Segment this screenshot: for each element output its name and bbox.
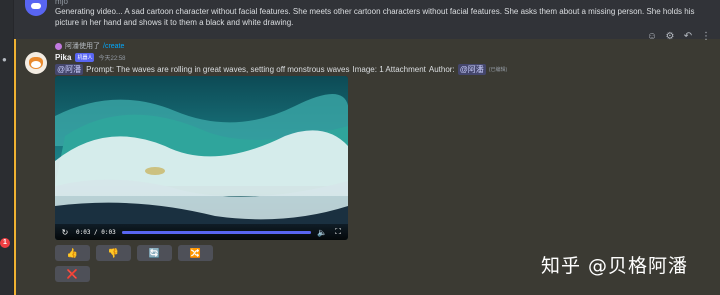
delete-button[interactable]: ❌ bbox=[55, 266, 90, 282]
author-name[interactable]: Pika bbox=[55, 53, 71, 62]
edited-label: (已编辑) bbox=[488, 67, 508, 73]
thumbs-down-button[interactable]: 👎 bbox=[96, 245, 131, 261]
action-buttons: 👍 👎 🔄 🔀 bbox=[55, 245, 213, 261]
reply-command[interactable]: /create bbox=[103, 43, 124, 50]
volume-icon[interactable]: 🔈 bbox=[317, 228, 327, 237]
reply-user: 阿潘使用了 bbox=[65, 43, 100, 50]
author-mention[interactable]: @阿潘 bbox=[457, 64, 486, 75]
video-progress-track[interactable] bbox=[121, 230, 311, 234]
video-player[interactable]: ↻ 0:03 / 0:03 🔈 ⛶ bbox=[55, 76, 348, 240]
mention-bar bbox=[14, 39, 16, 295]
discord-avatar[interactable] bbox=[25, 0, 47, 16]
bot-tag: 机器人 bbox=[75, 53, 95, 62]
prompt-text: Prompt: The waves are rolling in great w… bbox=[86, 65, 350, 74]
timestamp: 今天22:58 bbox=[98, 56, 126, 62]
app-icon[interactable]: ⚙ bbox=[664, 31, 676, 42]
fullscreen-icon[interactable]: ⛶ bbox=[333, 227, 343, 237]
action-buttons-row2: ❌ bbox=[55, 266, 90, 282]
replay-icon[interactable]: ↻ bbox=[60, 228, 70, 237]
more-icon[interactable]: ⋮ bbox=[700, 31, 712, 42]
reply-icon[interactable]: ↶ bbox=[682, 31, 694, 42]
video-time: 0:03 / 0:03 bbox=[76, 228, 116, 236]
repeat-button[interactable]: 🔄 bbox=[137, 245, 172, 261]
reply-context[interactable]: 阿潘使用了 /create bbox=[55, 41, 124, 51]
left-rail: ● 1 bbox=[0, 0, 14, 295]
person-icon[interactable]: ● bbox=[2, 56, 12, 64]
fox-icon bbox=[29, 57, 43, 69]
notification-badge: 1 bbox=[0, 238, 10, 248]
reply-avatar bbox=[55, 42, 62, 50]
shuffle-button[interactable]: 🔀 bbox=[178, 245, 213, 261]
pika-avatar[interactable] bbox=[25, 52, 47, 74]
video-controls: ↻ 0:03 / 0:03 🔈 ⛶ bbox=[55, 224, 348, 240]
author-row: Pika 机器人 今天22:58 bbox=[55, 53, 126, 62]
add-reaction-icon[interactable]: ☺ bbox=[646, 31, 658, 42]
thumbs-up-button[interactable]: 👍 bbox=[55, 245, 90, 261]
previous-message-text: Generating video... A sad cartoon charac… bbox=[55, 7, 695, 27]
author-label: Author: bbox=[428, 65, 455, 74]
video-progress-fill bbox=[121, 230, 311, 234]
user-mention[interactable]: @阿潘 bbox=[55, 64, 84, 75]
message-content: @阿潘 Prompt: The waves are rolling in gre… bbox=[55, 64, 507, 75]
image-info: Image: 1 Attachment bbox=[352, 65, 426, 74]
wave-video-frame bbox=[55, 76, 348, 240]
message-actions: ☺ ⚙ ↶ ⋮ bbox=[646, 31, 712, 42]
watermark: 知乎 @贝格阿潘 bbox=[541, 255, 689, 277]
